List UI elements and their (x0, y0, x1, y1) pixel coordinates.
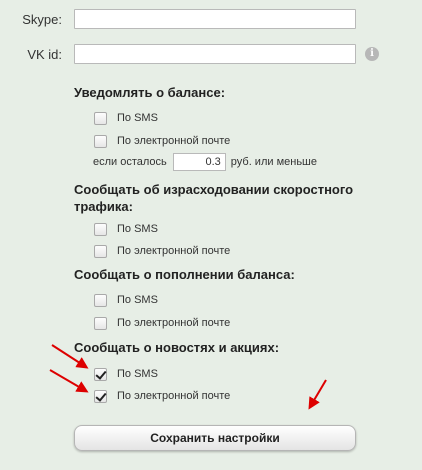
annotation-arrows (49, 344, 327, 410)
red-arrow-icon (308, 379, 327, 410)
red-arrow-icon (49, 369, 89, 393)
red-arrow-icon (51, 344, 89, 369)
